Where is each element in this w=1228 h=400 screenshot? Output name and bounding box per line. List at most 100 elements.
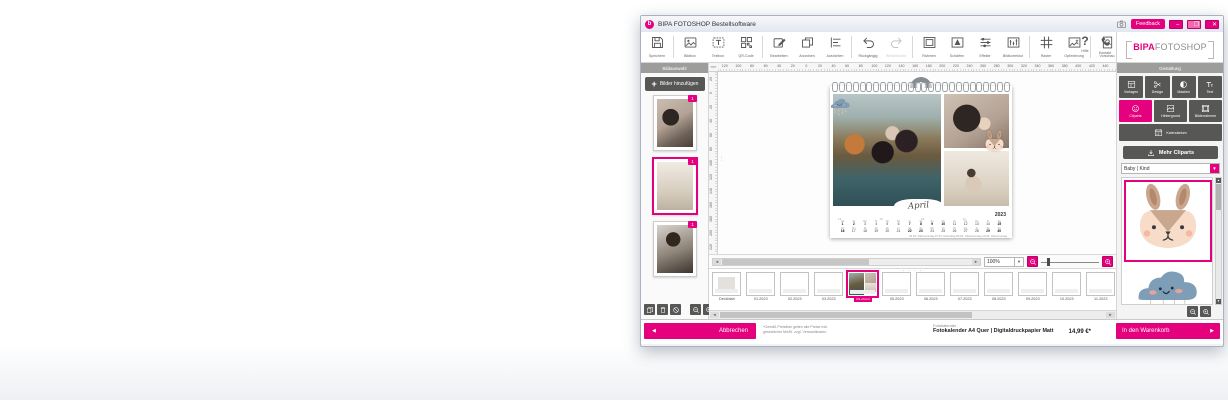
filmstrip-page[interactable]: 03.2023: [813, 272, 845, 310]
scrollbar-handle[interactable]: [720, 312, 972, 318]
filmstrip-page[interactable]: 06.2023: [915, 272, 947, 310]
tab-clipart[interactable]: Cliparts: [1119, 100, 1152, 122]
zoom-out-button[interactable]: [1027, 256, 1038, 267]
ruler-number: 260: [976, 63, 990, 71]
toolbar-button-edit[interactable]: Bearbeiten: [765, 34, 793, 59]
zoom-level-select[interactable]: 100% ▼: [984, 257, 1024, 267]
toolbar-button-undo[interactable]: Rückgängig: [854, 34, 882, 59]
filmstrip-page[interactable]: 01.2023: [745, 272, 777, 310]
design-canvas[interactable]: April 2023 14151617 Sa1So2Mo3Di4Mi5Do6Fr…: [718, 72, 1116, 254]
contact-button[interactable]: Kontakt: [1093, 34, 1117, 56]
maximize-button[interactable]: ❐: [1187, 20, 1201, 29]
filmstrip-thumbnail: [814, 272, 843, 296]
clipart-scrollbar[interactable]: ▲ ▼: [1215, 177, 1222, 305]
tab-texttool[interactable]: Text: [1198, 76, 1222, 98]
chevron-down-icon[interactable]: ▼: [1210, 164, 1219, 173]
zoom-slider-handle[interactable]: [1047, 258, 1050, 266]
tab-pframe[interactable]: Bilderrahmen: [1189, 100, 1222, 122]
zoom-slider[interactable]: [1041, 257, 1099, 267]
toolbar-button-adjust[interactable]: Bildkorrektur: [999, 34, 1027, 59]
chevron-down-icon[interactable]: ▼: [1014, 258, 1023, 266]
scrollbar-handle[interactable]: [1216, 184, 1221, 210]
calendar-day: So16: [837, 228, 848, 234]
cancel-button[interactable]: Abbrechen: [644, 323, 756, 339]
filmstrip-page[interactable]: 08.2023: [983, 272, 1015, 310]
hide-used-button[interactable]: [670, 304, 681, 315]
scrollbar-handle[interactable]: [722, 259, 869, 265]
photo-bedroom[interactable]: [944, 151, 1009, 206]
toolbar-button-textbox[interactable]: Textbox: [704, 34, 732, 59]
calendar-icon: [1154, 128, 1163, 137]
filmstrip-page[interactable]: 09.2023: [1017, 272, 1049, 310]
ruler-number: 40: [827, 63, 841, 71]
close-button[interactable]: ✕: [1205, 20, 1219, 29]
toolbar-button-image[interactable]: Bildbox: [676, 34, 704, 59]
filmstrip-scrollbar[interactable]: ◄ ►: [709, 310, 1116, 319]
thumb-zoom-out-button[interactable]: [690, 304, 701, 315]
calendar-day: Mo10: [938, 221, 949, 227]
toolbar-button-grid[interactable]: Raster: [1032, 34, 1060, 59]
ruler-number: 100: [709, 156, 715, 170]
cloud-clipart-on-page[interactable]: [828, 91, 852, 123]
toolbar-button-align[interactable]: Ausrichten: [821, 34, 849, 59]
design-panel: Gestaltung Vorlagen Design Masken Text: [1116, 63, 1223, 319]
clipart-category-select[interactable]: Baby | Kind ▼: [1121, 163, 1220, 174]
horizontal-ruler: 1201008060402002040608010012014016018020…: [718, 63, 1116, 72]
title-bar[interactable]: b BIPA FOTOSHOP Bestellsoftware Feedback…: [641, 16, 1223, 33]
zoom-in-button[interactable]: [1102, 256, 1113, 267]
undo-icon: [861, 35, 876, 53]
tab-mask[interactable]: Masken: [1172, 76, 1196, 98]
ruler-number: 40: [772, 63, 786, 71]
scroll-down-arrow[interactable]: ▼: [1216, 299, 1221, 304]
tab-scissors[interactable]: Design: [1145, 76, 1169, 98]
feedback-button[interactable]: Feedback: [1131, 19, 1165, 29]
toolbar-button-redo[interactable]: Wiederholen: [882, 34, 910, 59]
toolbar-button-effects[interactable]: Effekte: [971, 34, 999, 59]
more-cliparts-button[interactable]: Mehr Cliparts: [1123, 146, 1218, 159]
calendar-page[interactable]: April 2023 14151617 Sa1So2Mo3Di4Mi5Do6Fr…: [830, 86, 1012, 238]
toolbar-button-sharpen[interactable]: Schärfen: [943, 34, 971, 59]
image-thumbnail[interactable]: 1: [653, 221, 697, 277]
canvas-horizontal-scrollbar[interactable]: ◄ ►: [712, 258, 981, 266]
scroll-right-arrow[interactable]: ►: [972, 259, 980, 265]
filmstrip-page[interactable]: 11.2023: [1085, 272, 1117, 310]
filmstrip-page[interactable]: 10.2023: [1051, 272, 1083, 310]
ruler-number: 160: [908, 63, 922, 71]
toolbar-button-arrange[interactable]: Anordnen: [793, 34, 821, 59]
filmstrip-page[interactable]: 04.2023: [847, 272, 879, 310]
toolbar-button-save[interactable]: Speichern: [643, 34, 671, 59]
ruler-number: 420: [1085, 63, 1099, 71]
clipart-zoom-in-button[interactable]: [1200, 306, 1211, 317]
clipart-bunny[interactable]: [1124, 180, 1212, 262]
delete-image-button[interactable]: [657, 304, 668, 315]
scroll-left-arrow[interactable]: ◄: [710, 312, 719, 318]
used-images-button[interactable]: [644, 304, 655, 315]
filmstrip-page[interactable]: 07.2023: [949, 272, 981, 310]
ruler-number: 160: [709, 198, 715, 212]
image-thumbnail[interactable]: 1: [652, 157, 698, 215]
filmstrip-label: 05.2023: [888, 297, 906, 302]
panel-splitter-handle[interactable]: [719, 158, 724, 161]
bunny-clipart-on-page[interactable]: [982, 130, 1007, 155]
toolbar-separator: [1029, 36, 1030, 58]
tab-layout[interactable]: Vorlagen: [1119, 76, 1143, 98]
toolbar-button-qr[interactable]: QR-Code: [732, 34, 760, 59]
camera-icon[interactable]: [1116, 19, 1127, 30]
add-images-button[interactable]: + Bilder hinzufügen: [645, 77, 705, 91]
filmstrip-page[interactable]: Deckblatt: [711, 272, 743, 310]
scroll-right-arrow[interactable]: ►: [1106, 312, 1115, 318]
filmstrip-page[interactable]: 02.2023: [779, 272, 811, 310]
tab-calendar[interactable]: Kalendarium: [1119, 124, 1222, 141]
minimize-button[interactable]: –: [1169, 20, 1183, 29]
toolbar-button-frame[interactable]: Rahmen: [915, 34, 943, 59]
ruler-number: 60: [840, 63, 854, 71]
image-thumbnail[interactable]: 1: [653, 95, 697, 151]
scroll-up-arrow[interactable]: ▲: [1216, 178, 1221, 183]
filmstrip-page[interactable]: 05.2023: [881, 272, 913, 310]
scroll-left-arrow[interactable]: ◄: [713, 259, 721, 265]
tab-bg[interactable]: Hintergrund: [1154, 100, 1187, 122]
clipart-zoom-out-button[interactable]: [1187, 306, 1198, 317]
design-tabs-row3: Kalendarium: [1119, 124, 1222, 141]
clipart-cloud[interactable]: [1125, 265, 1209, 305]
add-to-cart-button[interactable]: In den Warenkorb: [1116, 323, 1220, 339]
